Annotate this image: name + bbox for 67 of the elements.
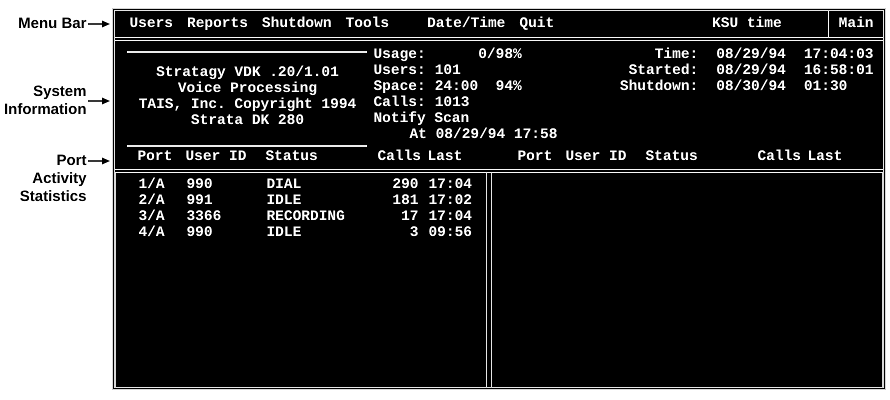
- table-cell-text: 3366: [186, 209, 222, 225]
- notify-label: Notify Scan: [373, 111, 470, 127]
- menu-item[interactable]: Date/Time: [427, 16, 506, 32]
- table-cell-text: 17:04: [427, 177, 473, 193]
- table-cell-text: 17: [400, 209, 418, 225]
- mode-indicator: Main: [828, 11, 884, 37]
- banner-line: Strata DK 280: [190, 113, 304, 129]
- table-cell-text: IDLE: [266, 193, 302, 209]
- callout-label: System Information: [4, 83, 86, 119]
- table-cell-text: DIAL: [266, 177, 302, 193]
- table-cell-text: 990: [186, 177, 214, 193]
- callout-label: Port Activity Statistics: [18, 152, 86, 206]
- column-header: Calls: [757, 149, 798, 165]
- column-header: Status: [265, 149, 319, 165]
- clock-label: KSU time: [712, 15, 783, 34]
- banner-line: TAIS, Inc. Copyright 1994: [138, 97, 356, 113]
- menu-item[interactable]: Tools: [346, 16, 390, 32]
- column-header: Calls: [377, 149, 418, 165]
- stat-label: Calls:: [373, 95, 426, 111]
- table-cell-text: IDLE: [266, 225, 302, 241]
- time-value: 16:58:01: [804, 63, 874, 79]
- table-cell-text: 17:04: [427, 209, 473, 225]
- date-value: 08/29/94: [716, 63, 786, 79]
- table-cell-text: 290: [391, 177, 418, 193]
- callout-label: Menu Bar: [18, 15, 86, 33]
- time-label: Time:: [654, 47, 698, 63]
- column-header: User ID: [185, 149, 248, 165]
- date-value: 08/29/94: [716, 47, 786, 63]
- banner-line: Voice Processing: [178, 81, 318, 97]
- table-cell-text: 17:02: [427, 193, 473, 209]
- time-value: 01:30: [804, 79, 848, 95]
- column-header: User ID: [565, 149, 628, 165]
- table-cell-text: 1/A: [138, 177, 166, 193]
- column-header: Status: [645, 149, 699, 165]
- date-value: 08/30/94: [716, 79, 786, 95]
- stat-label: Users:: [373, 63, 426, 79]
- column-header: Port: [517, 149, 554, 165]
- stat-value: 1013: [434, 95, 470, 111]
- arrow-icon: [88, 157, 110, 165]
- stat-value: 24:00 94%: [434, 79, 522, 95]
- table-cell-text: 09:56: [427, 225, 473, 241]
- menu-item[interactable]: Quit: [519, 16, 554, 32]
- column-header: Last: [426, 149, 464, 165]
- stat-label: Usage:: [373, 47, 426, 63]
- menu-item[interactable]: Shutdown: [262, 16, 332, 32]
- table-cell-text: 3: [408, 225, 418, 241]
- stat-value: 101: [434, 63, 461, 79]
- table-cell-text: 4/A: [138, 225, 166, 241]
- stat-value: 0/98%: [477, 47, 522, 63]
- time-value: 17:04:03: [804, 47, 874, 63]
- column-header: Port: [137, 149, 174, 165]
- arrow-icon: [88, 20, 110, 28]
- arrow-icon: [88, 97, 110, 105]
- table-cell-text: RECORDING: [266, 209, 346, 225]
- table-cell-text: 991: [186, 193, 214, 209]
- time-label: Started:: [628, 63, 698, 79]
- table-cell-text: 2/A: [138, 193, 166, 209]
- menu-item[interactable]: Reports: [187, 16, 248, 32]
- column-header: Last: [806, 149, 844, 165]
- stat-label: Space:: [373, 79, 426, 95]
- time-label: Shutdown:: [618, 79, 698, 95]
- notify-time: At 08/29/94 17:58: [408, 127, 558, 143]
- banner-line: Stratagy VDK .20/1.01: [156, 65, 339, 81]
- menu-item[interactable]: Users: [129, 16, 173, 32]
- table-cell-text: 181: [391, 193, 418, 209]
- table-cell-text: 990: [186, 225, 214, 241]
- table-cell-text: 3/A: [138, 209, 166, 225]
